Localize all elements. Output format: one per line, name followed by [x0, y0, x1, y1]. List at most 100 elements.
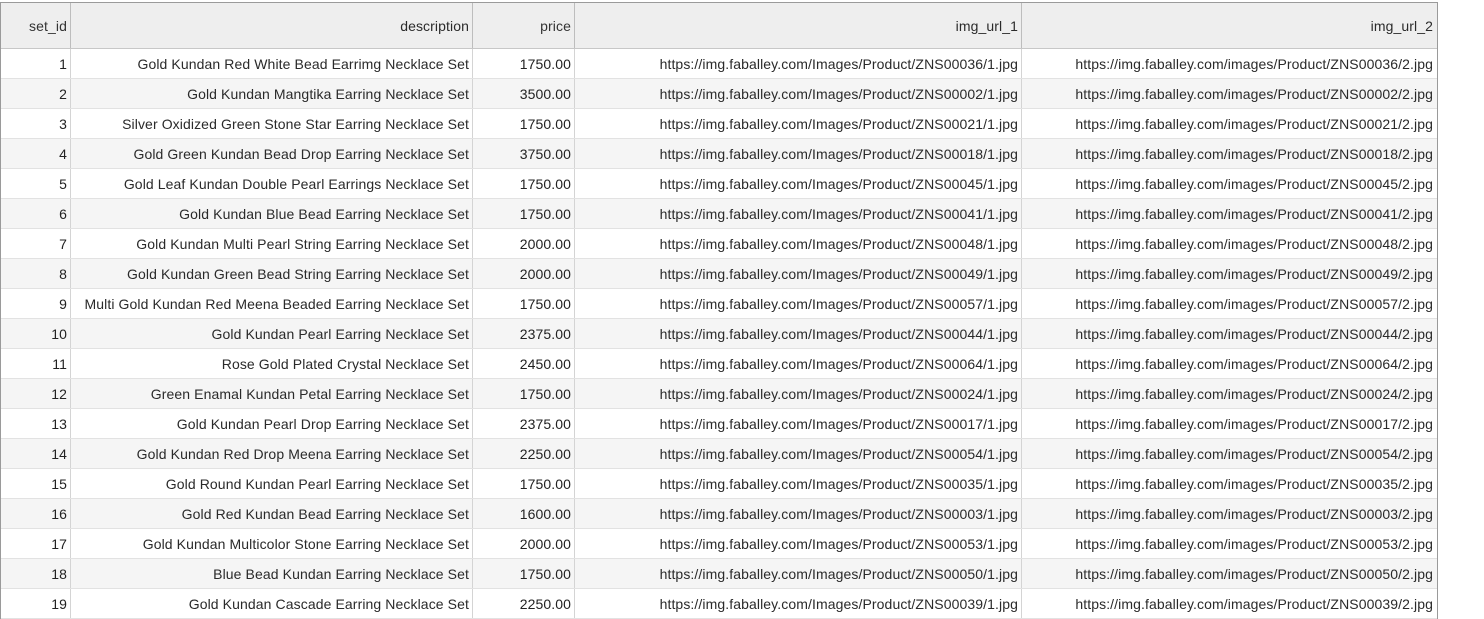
cell-price[interactable]: 2000.00	[473, 229, 575, 258]
cell-set-id[interactable]: 2	[1, 79, 71, 108]
cell-price[interactable]: 1600.00	[473, 499, 575, 528]
table-row[interactable]: 7 Gold Kundan Multi Pearl String Earring …	[1, 229, 1437, 259]
table-row[interactable]: 5 Gold Leaf Kundan Double Pearl Earrings …	[1, 169, 1437, 199]
table-row[interactable]: 4 Gold Green Kundan Bead Drop Earring Nec…	[1, 139, 1437, 169]
table-row[interactable]: 6 Gold Kundan Blue Bead Earring Necklace …	[1, 199, 1437, 229]
cell-description[interactable]: Gold Kundan Blue Bead Earring Necklace S…	[71, 199, 473, 228]
cell-img-url-1[interactable]: https://img.faballey.com/Images/Product/…	[575, 169, 1022, 198]
cell-description[interactable]: Silver Oxidized Green Stone Star Earring…	[71, 109, 473, 138]
cell-price[interactable]: 1750.00	[473, 289, 575, 318]
cell-img-url-2[interactable]: https://img.faballey.com/images/Product/…	[1022, 79, 1436, 108]
cell-img-url-1[interactable]: https://img.faballey.com/Images/Product/…	[575, 49, 1022, 78]
cell-img-url-2[interactable]: https://img.faballey.com/images/Product/…	[1022, 439, 1436, 468]
cell-description[interactable]: Gold Kundan Mangtika Earring Necklace Se…	[71, 79, 473, 108]
cell-price[interactable]: 1750.00	[473, 469, 575, 498]
column-header-img-url-1[interactable]: img_url_1	[575, 3, 1022, 48]
cell-img-url-2[interactable]: https://img.faballey.com/images/Product/…	[1022, 589, 1436, 618]
cell-img-url-2[interactable]: https://img.faballey.com/images/Product/…	[1022, 109, 1436, 138]
cell-set-id[interactable]: 16	[1, 499, 71, 528]
cell-description[interactable]: Gold Green Kundan Bead Drop Earring Neck…	[71, 139, 473, 168]
cell-price[interactable]: 2000.00	[473, 529, 575, 558]
cell-img-url-2[interactable]: https://img.faballey.com/images/Product/…	[1022, 169, 1436, 198]
cell-img-url-2[interactable]: https://img.faballey.com/images/Product/…	[1022, 49, 1436, 78]
cell-img-url-2[interactable]: https://img.faballey.com/images/Product/…	[1022, 259, 1436, 288]
table-row[interactable]: 2 Gold Kundan Mangtika Earring Necklace S…	[1, 79, 1437, 109]
cell-img-url-1[interactable]: https://img.faballey.com/Images/Product/…	[575, 499, 1022, 528]
cell-set-id[interactable]: 1	[1, 49, 71, 78]
cell-img-url-1[interactable]: https://img.faballey.com/Images/Product/…	[575, 409, 1022, 438]
table-row[interactable]: 9 Multi Gold Kundan Red Meena Beaded Earr…	[1, 289, 1437, 319]
table-row[interactable]: 16 Gold Red Kundan Bead Earring Necklace …	[1, 499, 1437, 529]
cell-price[interactable]: 2250.00	[473, 589, 575, 618]
cell-price[interactable]: 2250.00	[473, 439, 575, 468]
column-header-description[interactable]: description	[71, 3, 473, 48]
cell-set-id[interactable]: 5	[1, 169, 71, 198]
cell-price[interactable]: 2450.00	[473, 349, 575, 378]
cell-img-url-2[interactable]: https://img.faballey.com/images/Product/…	[1022, 529, 1436, 558]
table-row[interactable]: 18 Blue Bead Kundan Earring Necklace Set 1…	[1, 559, 1437, 589]
cell-set-id[interactable]: 12	[1, 379, 71, 408]
table-row[interactable]: 10 Gold Kundan Pearl Earring Necklace Set…	[1, 319, 1437, 349]
cell-set-id[interactable]: 11	[1, 349, 71, 378]
cell-img-url-2[interactable]: https://img.faballey.com/images/Product/…	[1022, 559, 1436, 588]
cell-set-id[interactable]: 9	[1, 289, 71, 318]
table-row[interactable]: 14 Gold Kundan Red Drop Meena Earring Nec…	[1, 439, 1437, 469]
table-row[interactable]: 1 Gold Kundan Red White Bead Earrimg Neck…	[1, 49, 1437, 79]
cell-description[interactable]: Gold Round Kundan Pearl Earring Necklace…	[71, 469, 473, 498]
cell-price[interactable]: 1750.00	[473, 379, 575, 408]
cell-img-url-1[interactable]: https://img.faballey.com/Images/Product/…	[575, 79, 1022, 108]
cell-price[interactable]: 3750.00	[473, 139, 575, 168]
cell-description[interactable]: Green Enamal Kundan Petal Earring Neckla…	[71, 379, 473, 408]
cell-set-id[interactable]: 3	[1, 109, 71, 138]
cell-description[interactable]: Gold Kundan Green Bead String Earring Ne…	[71, 259, 473, 288]
cell-img-url-2[interactable]: https://img.faballey.com/images/Product/…	[1022, 229, 1436, 258]
cell-price[interactable]: 1750.00	[473, 49, 575, 78]
cell-img-url-2[interactable]: https://img.faballey.com/images/Product/…	[1022, 319, 1436, 348]
cell-description[interactable]: Gold Kundan Multi Pearl String Earring N…	[71, 229, 473, 258]
cell-price[interactable]: 1750.00	[473, 169, 575, 198]
cell-img-url-1[interactable]: https://img.faballey.com/Images/Product/…	[575, 439, 1022, 468]
cell-price[interactable]: 2000.00	[473, 259, 575, 288]
cell-img-url-1[interactable]: https://img.faballey.com/Images/Product/…	[575, 349, 1022, 378]
cell-img-url-2[interactable]: https://img.faballey.com/images/Product/…	[1022, 499, 1436, 528]
cell-price[interactable]: 3500.00	[473, 79, 575, 108]
cell-set-id[interactable]: 7	[1, 229, 71, 258]
cell-description[interactable]: Gold Red Kundan Bead Earring Necklace Se…	[71, 499, 473, 528]
cell-set-id[interactable]: 8	[1, 259, 71, 288]
cell-description[interactable]: Gold Kundan Multicolor Stone Earring Nec…	[71, 529, 473, 558]
cell-img-url-1[interactable]: https://img.faballey.com/Images/Product/…	[575, 529, 1022, 558]
cell-set-id[interactable]: 15	[1, 469, 71, 498]
table-row[interactable]: 12 Green Enamal Kundan Petal Earring Neck…	[1, 379, 1437, 409]
cell-description[interactable]: Gold Leaf Kundan Double Pearl Earrings N…	[71, 169, 473, 198]
column-header-set-id[interactable]: set_id	[1, 3, 71, 48]
cell-set-id[interactable]: 13	[1, 409, 71, 438]
table-row[interactable]: 3 Silver Oxidized Green Stone Star Earrin…	[1, 109, 1437, 139]
table-row[interactable]: 19 Gold Kundan Cascade Earring Necklace S…	[1, 589, 1437, 619]
cell-description[interactable]: Gold Kundan Red Drop Meena Earring Neckl…	[71, 439, 473, 468]
cell-description[interactable]: Gold Kundan Pearl Drop Earring Necklace …	[71, 409, 473, 438]
cell-description[interactable]: Gold Kundan Red White Bead Earrimg Neckl…	[71, 49, 473, 78]
cell-description[interactable]: Gold Kundan Cascade Earring Necklace Set	[71, 589, 473, 618]
cell-img-url-2[interactable]: https://img.faballey.com/images/Product/…	[1022, 469, 1436, 498]
cell-price[interactable]: 2375.00	[473, 409, 575, 438]
cell-img-url-1[interactable]: https://img.faballey.com/Images/Product/…	[575, 259, 1022, 288]
column-header-img-url-2[interactable]: img_url_2	[1022, 3, 1436, 48]
table-row[interactable]: 8 Gold Kundan Green Bead String Earring N…	[1, 259, 1437, 289]
cell-set-id[interactable]: 17	[1, 529, 71, 558]
cell-description[interactable]: Multi Gold Kundan Red Meena Beaded Earri…	[71, 289, 473, 318]
cell-set-id[interactable]: 19	[1, 589, 71, 618]
cell-price[interactable]: 1750.00	[473, 199, 575, 228]
cell-img-url-1[interactable]: https://img.faballey.com/Images/Product/…	[575, 379, 1022, 408]
cell-img-url-1[interactable]: https://img.faballey.com/Images/Product/…	[575, 199, 1022, 228]
table-row[interactable]: 11 Rose Gold Plated Crystal Necklace Set 2…	[1, 349, 1437, 379]
cell-description[interactable]: Blue Bead Kundan Earring Necklace Set	[71, 559, 473, 588]
cell-img-url-1[interactable]: https://img.faballey.com/Images/Product/…	[575, 589, 1022, 618]
cell-price[interactable]: 2375.00	[473, 319, 575, 348]
cell-price[interactable]: 1750.00	[473, 109, 575, 138]
cell-img-url-1[interactable]: https://img.faballey.com/Images/Product/…	[575, 109, 1022, 138]
cell-img-url-1[interactable]: https://img.faballey.com/Images/Product/…	[575, 229, 1022, 258]
cell-price[interactable]: 1750.00	[473, 559, 575, 588]
cell-img-url-2[interactable]: https://img.faballey.com/images/Product/…	[1022, 349, 1436, 378]
cell-img-url-1[interactable]: https://img.faballey.com/Images/Product/…	[575, 469, 1022, 498]
cell-set-id[interactable]: 10	[1, 319, 71, 348]
